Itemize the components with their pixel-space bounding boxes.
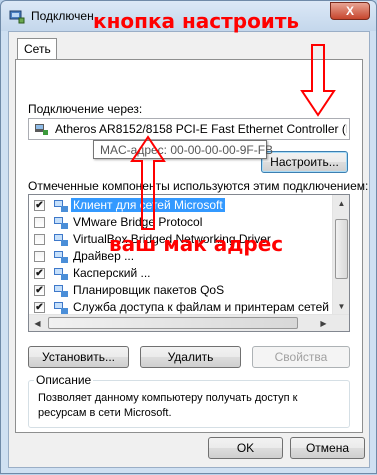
mac-hint-annotation: ваш мак адрес — [109, 232, 284, 256]
network-adapter-icon — [9, 10, 25, 24]
install-button[interactable]: Установить... — [28, 346, 129, 368]
network-driver-icon — [54, 234, 68, 246]
network-protocol-icon — [54, 217, 68, 229]
component-label: Касперский ... — [73, 266, 151, 280]
component-checkbox[interactable] — [34, 217, 45, 228]
component-checkbox[interactable]: ✔ — [34, 200, 45, 211]
horizontal-scroll-thumb[interactable] — [48, 317, 298, 329]
configure-hint-annotation: кнопка настроить — [93, 9, 300, 33]
component-label: Служба доступа к файлам и принтерам сете… — [73, 300, 350, 314]
list-item[interactable]: ✔ Планировщик пакетов QoS — [31, 282, 331, 299]
connect-using-label: Подключение через: — [28, 102, 143, 116]
adapter-name: Atheros AR8152/8158 PCI-E Fast Ethernet … — [55, 122, 347, 136]
window-title: Подключен — [31, 9, 94, 23]
scroll-up-icon[interactable]: ▲ — [333, 195, 349, 212]
network-client-icon — [54, 200, 68, 212]
description-text: Позволяет данному компьютеру получать до… — [38, 392, 298, 419]
close-button[interactable]: X — [330, 2, 370, 20]
cancel-button[interactable]: Отмена — [290, 437, 365, 459]
component-label: Планировщик пакетов QoS — [73, 283, 225, 297]
vertical-scroll-thumb[interactable] — [335, 219, 348, 279]
ok-button[interactable]: OK — [208, 437, 283, 459]
list-item[interactable]: ✔ Касперский ... — [31, 265, 331, 282]
component-checkbox[interactable] — [34, 251, 45, 262]
uninstall-button[interactable]: Удалить — [140, 346, 241, 368]
components-label: Отмеченные компоненты используются этим … — [28, 179, 369, 193]
configure-button[interactable]: Настроить... — [261, 151, 348, 173]
description-title: Описание — [34, 373, 94, 387]
network-service-icon — [54, 268, 68, 280]
scroll-left-icon[interactable]: ◀ — [29, 315, 46, 331]
component-label: VMware Bridge Protocol — [73, 215, 203, 229]
component-checkbox[interactable] — [34, 234, 45, 245]
component-checkbox[interactable]: ✔ — [34, 268, 45, 279]
horizontal-scrollbar[interactable]: ◀ ▶ — [29, 314, 349, 331]
network-card-icon — [35, 124, 48, 135]
list-item[interactable]: ✔ Клиент для сетей Microsoft — [31, 197, 331, 214]
network-service-icon — [54, 302, 68, 314]
scroll-down-icon[interactable]: ▼ — [333, 298, 349, 315]
tab-network[interactable]: Сеть — [17, 38, 57, 60]
network-driver-icon — [54, 251, 68, 263]
network-service-icon — [54, 285, 68, 297]
component-label: Клиент для сетей Microsoft — [71, 198, 225, 212]
scroll-right-icon[interactable]: ▶ — [315, 315, 332, 331]
component-checkbox[interactable]: ✔ — [34, 302, 45, 313]
properties-button: Свойства — [252, 346, 350, 368]
component-checkbox[interactable]: ✔ — [34, 285, 45, 296]
adapter-field: Atheros AR8152/8158 PCI-E Fast Ethernet … — [28, 118, 350, 140]
components-list[interactable]: ✔ Клиент для сетей Microsoft VMware Brid… — [28, 194, 350, 332]
list-item[interactable]: VMware Bridge Protocol — [31, 214, 331, 231]
connection-properties-window: Подключен X Сеть Подключение через: Athe… — [0, 0, 377, 474]
vertical-scrollbar[interactable]: ▲ ▼ — [332, 195, 349, 315]
mac-address-tooltip: MAC-адрес: 00-00-00-00-9F-FB — [93, 140, 273, 159]
